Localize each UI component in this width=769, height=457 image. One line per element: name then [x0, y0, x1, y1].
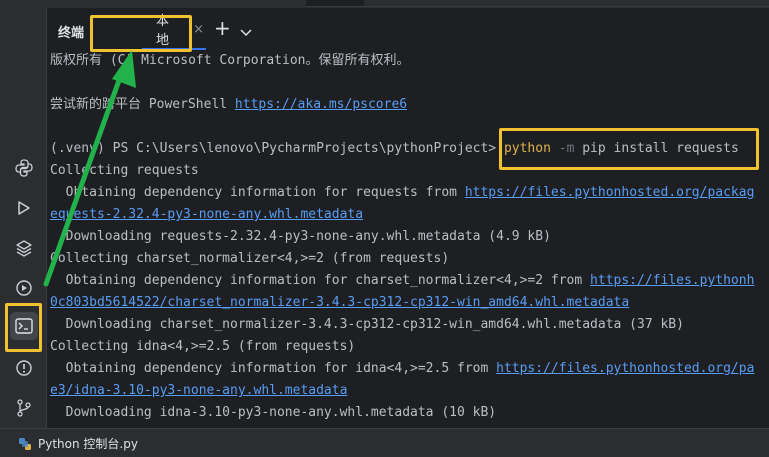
annotation-arrow: [43, 50, 136, 287]
